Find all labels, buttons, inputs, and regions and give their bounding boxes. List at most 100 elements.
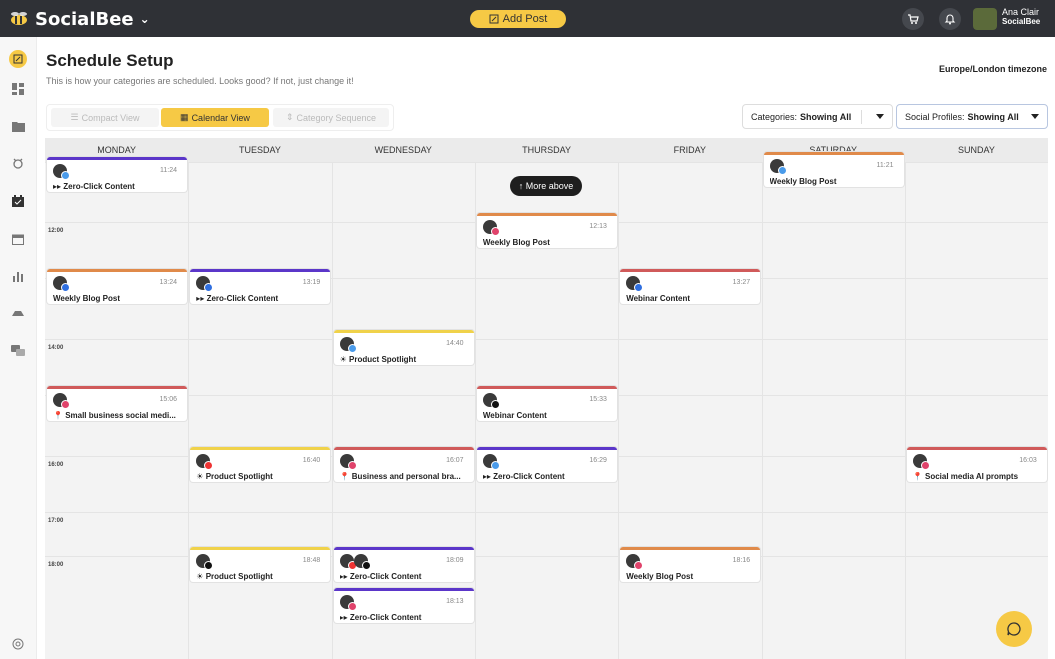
category-color-bar	[476, 386, 617, 389]
twitter-icon	[490, 461, 500, 470]
categories-filter[interactable]: Categories: Showing All	[742, 104, 893, 129]
post-category-title: ▸▸ Zero-Click Content	[340, 572, 470, 581]
instagram-icon	[490, 227, 500, 236]
divider	[861, 110, 862, 124]
hour-label: 12:00	[48, 228, 64, 234]
profiles-filter-label: Social Profiles:	[905, 111, 965, 122]
scheduled-post-card[interactable]: 11:21 Weekly Blog Post	[763, 152, 904, 187]
cart-icon[interactable]	[902, 8, 924, 30]
bee-logo-icon	[11, 12, 27, 25]
tiktok-icon	[490, 400, 500, 409]
post-title-text: Product Spotlight	[205, 472, 273, 481]
category-color-bar	[333, 588, 474, 591]
sidebar-calendar-icon[interactable]	[9, 230, 27, 248]
support-chat-button[interactable]	[996, 611, 1032, 647]
category-color-bar	[333, 547, 474, 550]
categories-filter-value: Showing All	[800, 111, 852, 122]
scheduled-post-card[interactable]: 11:24 ▸▸ Zero-Click Content	[47, 157, 187, 192]
column-divider	[188, 162, 190, 659]
post-title-text: Social media AI prompts	[924, 472, 1019, 481]
more-above-button[interactable]: ↑ More above	[510, 176, 582, 196]
category-emoji-icon: ☀	[196, 472, 206, 481]
scheduled-post-card[interactable]: 14:40 ☀ Product Spotlight	[333, 330, 474, 365]
column-divider	[474, 162, 476, 659]
post-time: 16:03	[1019, 457, 1037, 464]
sidebar-inbox-icon[interactable]	[9, 154, 27, 172]
timezone-label[interactable]: Europe/London timezone	[939, 64, 1047, 74]
scheduled-post-card[interactable]: 18:16 Weekly Blog Post	[620, 547, 761, 582]
category-color-bar	[620, 269, 761, 272]
post-category-title: Weekly Blog Post	[483, 238, 613, 247]
post-title-text: Weekly Blog Post	[482, 238, 550, 247]
post-category-title: Webinar Content	[626, 294, 756, 303]
scheduled-post-card[interactable]: 16:40 ☀ Product Spotlight	[190, 447, 331, 482]
category-color-bar	[190, 547, 331, 550]
post-time: 11:21	[876, 162, 894, 169]
social-profiles-filter[interactable]: Social Profiles: Showing All	[896, 104, 1048, 129]
sidebar-compose-icon[interactable]	[9, 50, 27, 68]
sidebar-chat-icon[interactable]	[9, 342, 27, 360]
category-color-bar	[906, 447, 1047, 450]
instagram-icon	[347, 461, 357, 470]
sidebar-dashboard-icon[interactable]	[9, 80, 27, 98]
schedule-calendar: MONDAY TUESDAY WEDNESDAY THURSDAY FRIDAY SATU…	[45, 138, 1048, 659]
scheduled-post-card[interactable]: 12:13 Weekly Blog Post	[476, 213, 617, 248]
category-emoji-icon: ☀	[196, 572, 206, 581]
category-color-bar	[47, 157, 187, 160]
row-divider	[45, 339, 1048, 340]
hour-label: 14:00	[48, 345, 64, 351]
category-sequence-label: Category Sequence	[296, 112, 377, 123]
user-name: Ana Clair	[1002, 7, 1040, 17]
compact-view-button[interactable]: ☰ Compact View	[51, 108, 159, 127]
sidebar	[0, 37, 37, 659]
calendar-view-button[interactable]: ▦ Calendar View	[161, 108, 269, 127]
scheduled-post-card[interactable]: 13:27 Webinar Content	[620, 269, 761, 304]
add-post-label: Add Post	[502, 13, 548, 25]
post-time: 12:13	[589, 223, 607, 230]
more-above-label: More above	[525, 181, 574, 191]
sidebar-folder-icon[interactable]	[9, 117, 27, 135]
post-title-text: Webinar Content	[626, 294, 691, 303]
post-time: 16:29	[589, 457, 607, 464]
scheduled-post-card[interactable]: 18:48 ☀ Product Spotlight	[190, 547, 331, 582]
post-time: 16:40	[302, 457, 321, 464]
category-color-bar	[47, 269, 187, 272]
post-time: 18:48	[302, 557, 321, 564]
category-emoji-icon: 📍	[912, 472, 925, 481]
post-title-text: Weekly Blog Post	[769, 177, 837, 186]
post-title-text: Product Spotlight	[349, 355, 417, 364]
sidebar-analytics-icon[interactable]	[9, 267, 27, 285]
category-sequence-button[interactable]: ⇕ Category Sequence	[273, 108, 389, 127]
scheduled-post-card[interactable]: 16:29 ▸▸ Zero-Click Content	[476, 447, 617, 482]
scheduled-post-card[interactable]: 13:19 ▸▸ Zero-Click Content	[190, 269, 331, 304]
scheduled-post-card[interactable]: 16:03 📍 Social media AI prompts	[906, 447, 1047, 482]
bell-icon[interactable]	[939, 8, 961, 30]
post-time: 13:27	[732, 279, 751, 286]
scheduled-post-card[interactable]: 18:09 ▸▸ Zero-Click Content	[333, 547, 474, 582]
brand-logo[interactable]: SocialBee ⌄	[8, 7, 150, 31]
arrow-up-icon: ↑	[518, 181, 524, 191]
column-divider	[761, 162, 763, 659]
scheduled-post-card[interactable]: 15:06 📍 Small business social medi...	[47, 386, 187, 421]
hour-label: 16:00	[48, 462, 64, 468]
scheduled-post-card[interactable]: 13:24 Weekly Blog Post	[47, 269, 187, 304]
add-post-button[interactable]: Add Post	[470, 10, 566, 28]
post-category-title: 📍 Small business social medi...	[53, 411, 183, 420]
scheduled-post-card[interactable]: 18:13 ▸▸ Zero-Click Content	[333, 588, 474, 623]
scheduled-post-card[interactable]: 16:07 📍 Business and personal bra...	[333, 447, 474, 482]
sidebar-hat-icon[interactable]	[9, 304, 27, 322]
day-header: FRIDAY	[673, 145, 706, 155]
category-color-bar	[333, 330, 474, 333]
category-color-bar	[476, 213, 617, 216]
post-time: 16:07	[446, 457, 464, 464]
sidebar-help-icon[interactable]	[9, 635, 27, 653]
post-category-title: ▸▸ Zero-Click Content	[340, 613, 470, 622]
scheduled-post-card[interactable]: 15:33 Webinar Content	[476, 386, 617, 421]
user-avatar[interactable]	[973, 8, 997, 30]
post-category-title: Webinar Content	[483, 411, 613, 420]
post-time: 15:06	[159, 396, 177, 403]
calendar-icon: ▦	[180, 112, 189, 122]
sidebar-schedule-icon[interactable]	[9, 192, 27, 210]
user-info[interactable]: Ana Clair SocialBee	[1002, 7, 1040, 27]
category-color-bar	[190, 447, 331, 450]
